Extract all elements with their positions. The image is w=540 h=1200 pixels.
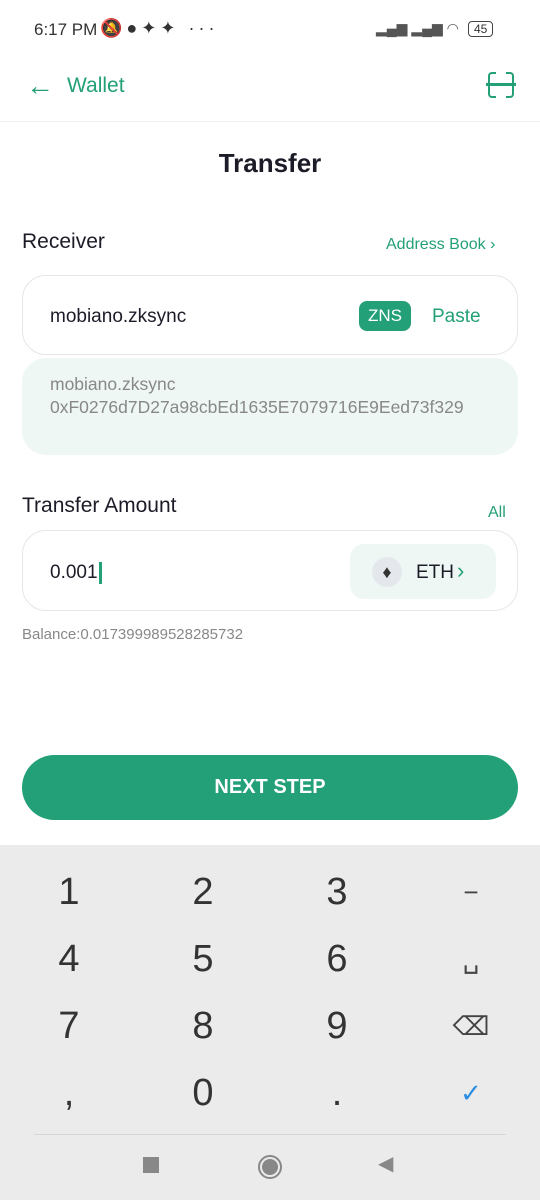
key-9[interactable]: 9 xyxy=(270,992,404,1060)
signal-icon: ▂▄▆ ▂▄▆ ◠ xyxy=(376,20,459,36)
back-label[interactable]: Wallet xyxy=(67,74,125,98)
token-selector[interactable]: ♦ ETH › xyxy=(350,544,496,599)
eth-icon: ♦ xyxy=(372,557,402,587)
key-6[interactable]: 6 xyxy=(270,925,404,993)
amount-value: 0.001 xyxy=(50,562,102,584)
key-3[interactable]: 3 xyxy=(270,858,404,926)
key-0[interactable]: 0 xyxy=(136,1059,270,1127)
page-title: Transfer xyxy=(218,148,322,178)
receiver-label: Receiver xyxy=(22,230,105,253)
app-header: ← Wallet xyxy=(0,60,540,122)
address-book-label: Address Book xyxy=(386,236,486,253)
scan-icon[interactable] xyxy=(486,70,516,100)
back-icon[interactable]: ◀ xyxy=(378,1151,393,1176)
divider xyxy=(34,1134,506,1135)
recents-icon[interactable] xyxy=(143,1157,159,1173)
key-8[interactable]: 8 xyxy=(136,992,270,1060)
clock: 6:17 PM xyxy=(34,20,98,39)
chevron-right-icon: › xyxy=(490,236,496,253)
zns-badge[interactable]: ZNS xyxy=(359,301,411,331)
resolved-address: 0xF0276d7D27a98cbEd1635E7079716E9Eed73f3… xyxy=(50,397,464,417)
key-comma[interactable]: , xyxy=(2,1059,136,1127)
amount-input[interactable]: 0.001 ♦ ETH › xyxy=(22,530,518,611)
key-1[interactable]: 1 xyxy=(2,858,136,926)
numeric-keyboard: ◀ 1 2 3− 4 5 6 ␣ 7 8 9 ⌫, 0. ✓ xyxy=(0,845,540,1200)
resolved-address-box: mobiano.zksync 0xF0276d7D27a98cbEd1635E7… xyxy=(22,358,518,455)
all-button[interactable]: All xyxy=(488,504,506,522)
key-4[interactable]: 4 xyxy=(2,925,136,993)
key-2[interactable]: 2 xyxy=(136,858,270,926)
back-arrow-icon[interactable]: ← xyxy=(26,70,54,102)
key-5[interactable]: 5 xyxy=(136,925,270,993)
key-minus[interactable]: − xyxy=(404,858,538,926)
resolved-name: mobiano.zksync xyxy=(50,374,176,394)
next-step-button[interactable]: NEXT STEP xyxy=(22,755,518,820)
notification-icons: 🔕●✦✦ ··· xyxy=(100,18,219,38)
balance-text: Balance:0.017399989528285732 xyxy=(22,626,244,643)
key-7[interactable]: 7 xyxy=(2,992,136,1060)
key-space[interactable]: ␣ xyxy=(404,925,538,993)
receiver-value: mobiano.zksync xyxy=(50,306,187,327)
key-backspace[interactable]: ⌫ xyxy=(404,992,538,1060)
battery-icon: 45 xyxy=(468,21,494,37)
amount-label: Transfer Amount xyxy=(22,494,177,517)
address-book-link[interactable]: Address Book › xyxy=(386,236,495,254)
chevron-right-icon: › xyxy=(457,558,465,583)
status-bar: 6:17 PM 🔕●✦✦ ··· ▂▄▆ ▂▄▆ ◠ 45 xyxy=(0,0,540,60)
paste-button[interactable]: Paste xyxy=(432,306,481,328)
key-period[interactable]: . xyxy=(270,1059,404,1127)
token-name: ETH xyxy=(416,562,454,583)
key-done[interactable]: ✓ xyxy=(404,1059,538,1127)
home-icon[interactable] xyxy=(258,1155,282,1179)
receiver-input[interactable]: mobiano.zksync ZNS Paste xyxy=(22,275,518,355)
